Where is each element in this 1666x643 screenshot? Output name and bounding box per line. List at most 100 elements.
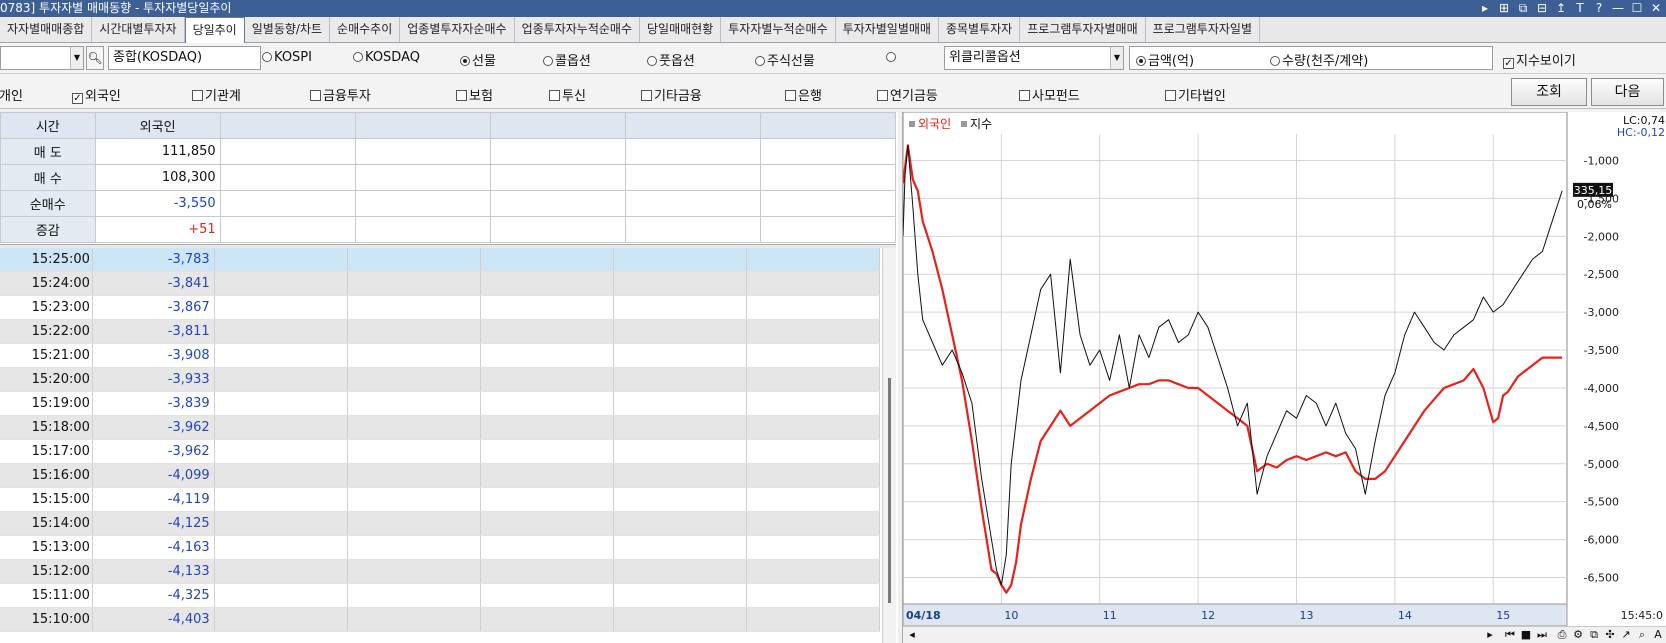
rewind-icon[interactable]: ⏮ [1503, 628, 1517, 642]
scroll-right-icon[interactable]: ▸ [1483, 628, 1497, 641]
code-input[interactable]: ▼ [0, 46, 84, 70]
market-radio-1[interactable]: KOSDAQ [353, 50, 420, 65]
summary-row: 증감 +51 [0, 216, 897, 243]
window-control-icon-8[interactable]: ☐ [1631, 0, 1643, 17]
y-tick-label: -2,000 [1584, 230, 1619, 243]
code-dropdown-arrow-icon[interactable]: ▼ [70, 47, 83, 69]
table-row[interactable]: 15:19:00 -3,839 [0, 392, 881, 416]
investor-checkbox-8[interactable]: 연기금등 [877, 85, 938, 104]
investor-label: 보험 [469, 89, 493, 104]
title-bar: 0783] 투자자별 매매동향 - 투자자별당일추이 ▸ ⊞ ⧉ ⊟ ↥ T? — ☐ ✕ [0, 0, 1666, 17]
table-row[interactable]: 15:17:00 -3,962 [0, 440, 881, 464]
market-radio-5[interactable]: 주식선물 [755, 50, 815, 69]
table-row[interactable]: 15:14:00 -4,125 [0, 512, 881, 536]
market-radio-6[interactable] [886, 50, 898, 65]
window-control-icon-4[interactable]: ↥ [1555, 0, 1567, 17]
investor-checkbox-5[interactable]: 투신 [549, 85, 586, 104]
radio-circle-icon [755, 56, 765, 66]
window-control-icon-7[interactable]: — [1612, 0, 1624, 17]
investor-checkbox-9[interactable]: 사모펀드 [1019, 85, 1080, 104]
unit-radio-1[interactable]: 수량(천주/계약) [1270, 50, 1368, 69]
window-control-icon-0[interactable]: ▸ [1479, 0, 1491, 17]
tab-8[interactable]: 투자자별누적순매수 [721, 17, 836, 42]
table-row[interactable]: 15:13:00 -4,163 [0, 536, 881, 560]
vertical-scrollbar[interactable] [882, 248, 896, 643]
table-row[interactable]: 15:15:00 -4,119 [0, 488, 881, 512]
option-row: ▼ 🔍︎ 종합(KOSDAQ) KOSPI KOSDAQ 선물 콜옵션 풋옵션 주식선물 … [0, 43, 1666, 74]
tab-7[interactable]: 당일매매현황 [640, 17, 722, 42]
window-control-icon-1[interactable]: ⊞ [1498, 0, 1510, 17]
scroll-left-icon[interactable]: ◂ [905, 628, 919, 641]
investor-checkbox-3[interactable]: 금융투자 [310, 85, 371, 104]
settings-icon[interactable]: ⚙ [1571, 628, 1585, 641]
text-tool-icon[interactable]: A [1651, 628, 1665, 641]
row-blank-cell [481, 464, 614, 487]
y-tick-label: -1,000 [1584, 155, 1619, 168]
tab-10[interactable]: 종목별투자자 [938, 17, 1021, 42]
table-row[interactable]: 15:25:00 -3,783 [0, 248, 881, 272]
investor-checkbox-10[interactable]: 기타법인 [1165, 85, 1226, 104]
investor-checkbox-6[interactable]: 기타금융 [641, 85, 702, 104]
window-control-icon-2[interactable]: ⧉ [1517, 0, 1529, 17]
print-icon[interactable]: ⎙ [1555, 628, 1569, 642]
weekly-option-select[interactable]: 위클리콜옵션 ▼ [944, 46, 1124, 70]
market-radio-3[interactable]: 콜옵션 [543, 50, 591, 69]
stop-icon[interactable]: ■ [1519, 628, 1533, 641]
tab-5[interactable]: 업종별투자자순매수 [400, 17, 515, 42]
crosshair-icon[interactable]: ✣ [1603, 628, 1617, 641]
search-button[interactable]: 🔍︎ [86, 46, 104, 70]
unit-radio-0[interactable]: 금액(억) [1136, 50, 1194, 69]
row-value: -3,867 [93, 296, 215, 319]
window-control-icon-6[interactable]: ? [1593, 0, 1605, 17]
table-row[interactable]: 15:24:00 -3,841 [0, 272, 881, 296]
table-row[interactable]: 15:16:00 -4,099 [0, 464, 881, 488]
tab-4[interactable]: 순매수추이 [330, 17, 401, 42]
table-row[interactable]: 15:18:00 -3,962 [0, 416, 881, 440]
market-radio-2[interactable]: 선물 [460, 50, 496, 69]
summary-value: 111,850 [94, 138, 221, 165]
row-time: 15:11:00 [0, 584, 93, 607]
investor-checkbox-4[interactable]: 보험 [456, 85, 493, 104]
investor-label: 기관계 [205, 89, 241, 104]
investor-checkbox-1[interactable]: ✓ 외국인 [72, 85, 121, 104]
tab-1[interactable]: 시간대별투자자 [92, 17, 185, 42]
table-row[interactable]: 15:23:00 -3,867 [0, 296, 881, 320]
summary-blank-cell [759, 138, 897, 165]
query-button[interactable]: 조회 [1511, 78, 1587, 106]
tab-3[interactable]: 일별동향/차트 [244, 17, 331, 42]
table-row[interactable]: 15:12:00 -4,133 [0, 560, 881, 584]
summary-value: -3,550 [94, 190, 221, 217]
chart-horizontal-scrollbar[interactable]: ◂ ▸ ⏮ ■ ⏭ ⎙ ⚙ ⧉ ✣ ↗ ⌕ A [903, 626, 1666, 643]
copy-icon[interactable]: ⧉ [1587, 628, 1601, 642]
zoom-icon[interactable]: ⌕ [1635, 628, 1649, 642]
table-row[interactable]: 15:11:00 -4,325 [0, 584, 881, 608]
table-row[interactable]: 15:21:00 -3,908 [0, 344, 881, 368]
tab-12[interactable]: 프로그램투자자일별 [1145, 17, 1260, 42]
next-button[interactable]: 다음 [1591, 78, 1664, 106]
row-time: 15:18:00 [0, 416, 93, 439]
window-control-icon-3[interactable]: ⊟ [1536, 0, 1548, 17]
window-control-icon-5[interactable]: T [1574, 0, 1586, 17]
table-row[interactable]: 15:22:00 -3,811 [0, 320, 881, 344]
tab-6[interactable]: 업종투자자누적순매수 [514, 17, 641, 42]
show-index-checkbox[interactable]: ✓ 지수보이기 [1503, 50, 1576, 69]
scrollbar-thumb[interactable] [888, 378, 891, 603]
show-index-check-icon: ✓ [1503, 58, 1514, 69]
table-row[interactable]: 15:10:00 -4,403 [0, 608, 881, 632]
row-blank-cell [481, 608, 614, 631]
market-radio-0[interactable]: KOSPI [262, 50, 312, 65]
market-radio-4[interactable]: 풋옵션 [647, 50, 695, 69]
row-time: 15:24:00 [0, 272, 93, 295]
table-row[interactable]: 15:20:00 -3,933 [0, 368, 881, 392]
trend-icon[interactable]: ↗ [1619, 628, 1633, 641]
fast-forward-icon[interactable]: ⏭ [1535, 628, 1549, 642]
tab-9[interactable]: 투자자별일별매매 [835, 17, 939, 42]
tab-0[interactable]: 자자별매매종합 [0, 17, 93, 42]
weekly-dropdown-arrow-icon[interactable]: ▼ [1110, 47, 1123, 69]
window-control-icon-9[interactable]: ✕ [1650, 0, 1662, 17]
investor-checkbox-0[interactable]: 개인 [0, 85, 23, 104]
tab-11[interactable]: 프로그램투자자별매매 [1020, 17, 1146, 42]
investor-checkbox-2[interactable]: 기관계 [192, 85, 241, 104]
tab-2[interactable]: 당일추이 [184, 17, 245, 43]
investor-checkbox-7[interactable]: 은행 [785, 85, 822, 104]
